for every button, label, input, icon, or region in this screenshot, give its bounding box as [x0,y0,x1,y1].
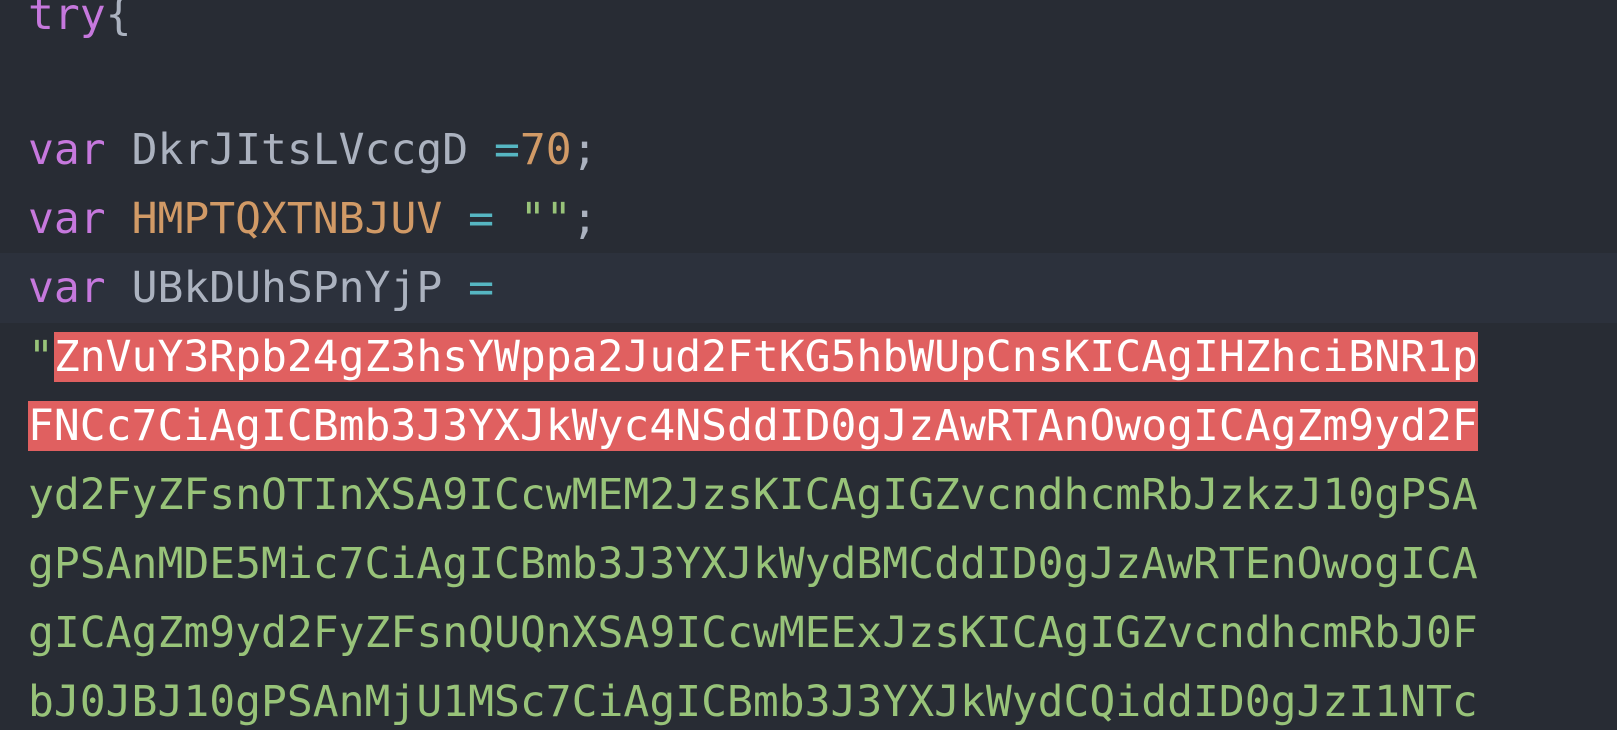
empty-string-literal: "" [519,194,572,244]
code-line-11[interactable]: bJ0JBJ10gPSAnMjU1MSc7CiAgICBmb3J3YXJkWyd… [0,667,1617,730]
code-line-5-current[interactable]: var UBkDUhSPnYjP = [0,253,1617,323]
code-line-6[interactable]: "ZnVuY3Rpb24gZ3hsYWppa2Jud2FtKG5hbWUpCns… [0,322,1617,392]
semicolon: ; [571,125,598,175]
code-editor[interactable]: try{ var DkrJItsLVccgD =70; var HMPTQXTN… [0,0,1617,730]
keyword-var: var [28,125,106,175]
string-open-quote: " [28,332,54,382]
keyword-try: try [28,0,106,40]
assign-operator: = [468,263,495,313]
selected-string-text[interactable]: ZnVuY3Rpb24gZ3hsYWppa2Jud2FtKG5hbWUpCnsK… [53,332,1478,382]
variable-name: UBkDUhSPnYjP [131,263,443,313]
string-literal: gPSAnMDE5Mic7CiAgICBmb3J3YXJkWydBMCddID0… [28,539,1478,589]
code-line-9[interactable]: gPSAnMDE5Mic7CiAgICBmb3J3YXJkWydBMCddID0… [0,529,1617,599]
variable-name-highlighted: HMPTQXTNBJUV [131,194,443,244]
string-literal: yd2FyZFsnOTInXSA9ICcwMEM2JzsKICAgIGZvcnd… [28,470,1478,520]
code-line-3[interactable]: var DkrJItsLVccgD =70; [0,115,1617,185]
assign-operator: = [494,125,520,175]
code-line-4[interactable]: var HMPTQXTNBJUV = ""; [0,184,1617,254]
keyword-var: var [28,194,106,244]
code-line-7[interactable]: FNCc7CiAgICBmb3J3YXJkWyc4NSddID0gJzAwRTA… [0,391,1617,461]
code-line-8[interactable]: yd2FyZFsnOTInXSA9ICcwMEM2JzsKICAgIGZvcnd… [0,460,1617,530]
string-literal: gICAgZm9yd2FyZFsnQUQnXSA9ICcwMEExJzsKICA… [28,608,1478,658]
assign-operator: = [468,194,495,244]
variable-name: DkrJItsLVccgD [131,125,469,175]
open-brace: { [105,0,132,40]
string-literal: bJ0JBJ10gPSAnMjU1MSc7CiAgICBmb3J3YXJkWyd… [28,677,1478,727]
selected-string-text[interactable]: FNCc7CiAgICBmb3J3YXJkWyc4NSddID0gJzAwRTA… [28,401,1478,451]
code-line-10[interactable]: gICAgZm9yd2FyZFsnQUQnXSA9ICcwMEExJzsKICA… [0,598,1617,668]
code-line-1[interactable]: try{ [0,0,1617,50]
semicolon: ; [571,194,598,244]
number-literal: 70 [519,125,572,175]
keyword-var: var [28,263,106,313]
